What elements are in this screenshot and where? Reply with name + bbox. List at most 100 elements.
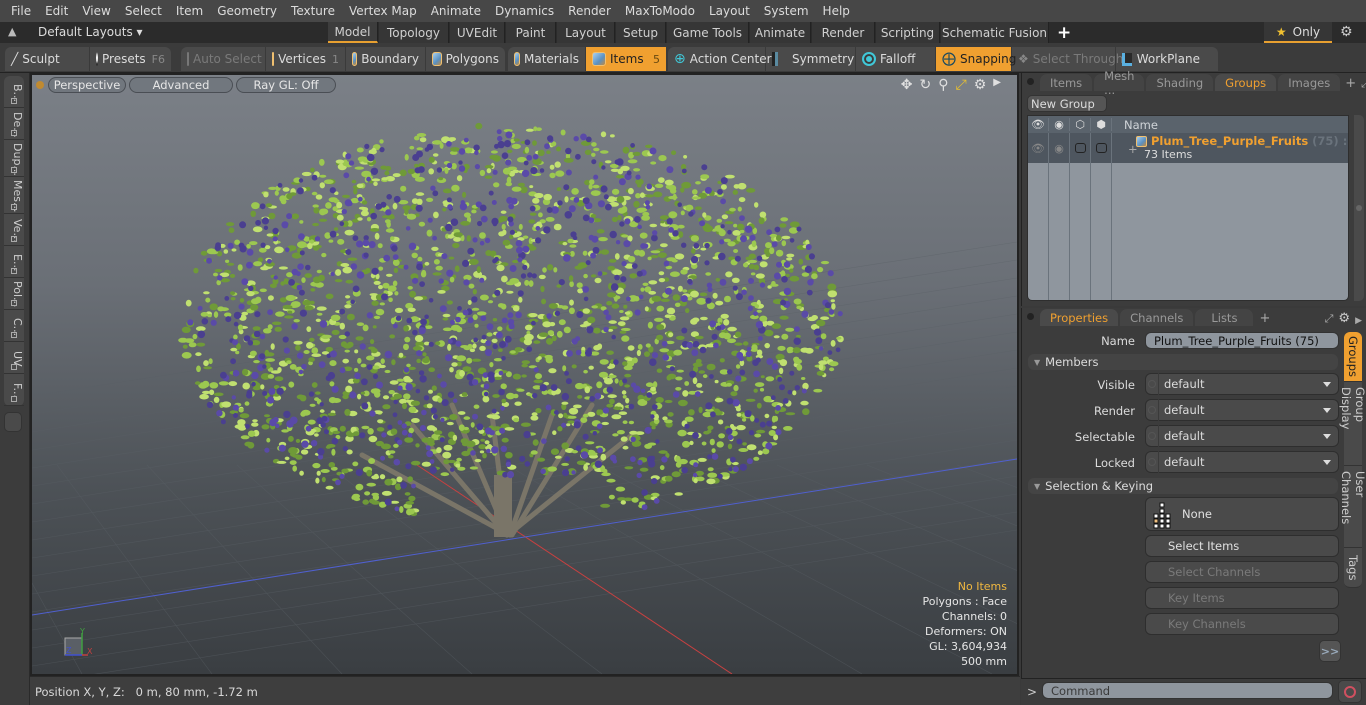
tab-groups[interactable]: Groups (1215, 74, 1277, 91)
viewport-gear-icon[interactable]: ⚙ (974, 77, 987, 93)
select-items-button[interactable]: Select Items (1145, 535, 1339, 557)
move-view-icon[interactable]: ✥ (901, 77, 913, 93)
sculpt-button[interactable]: ╱ Sculpt (5, 47, 90, 71)
action-center-button[interactable]: ⊕ Action Center (668, 47, 772, 71)
viewport-more-icon[interactable]: ▶ (993, 77, 1001, 93)
menu-dynamics[interactable]: Dynamics (488, 4, 561, 18)
key-items-button[interactable]: Key Items (1145, 587, 1339, 609)
tab-scripting[interactable]: Scripting (876, 22, 940, 43)
presets-button[interactable]: Presets F6 (90, 47, 171, 71)
menu-maxtomodo[interactable]: MaxToModo (618, 4, 702, 18)
more-button[interactable]: >> (1319, 640, 1341, 662)
palette-tab-fusion[interactable]: F... (4, 374, 24, 407)
group-name-field[interactable]: Plum_Tree_Purple_Fruits (75) (1145, 332, 1339, 349)
auto-select-button[interactable]: Auto Select (181, 47, 266, 71)
selectable-radio[interactable] (1146, 425, 1159, 447)
command-input[interactable]: Command (1042, 682, 1333, 699)
menu-render[interactable]: Render (561, 4, 618, 18)
tab-properties[interactable]: Properties (1040, 309, 1119, 326)
tab-topology[interactable]: Topology (379, 22, 449, 43)
render-dropdown[interactable]: default (1145, 399, 1339, 421)
side-tab-group-display[interactable]: Group Display (1339, 382, 1366, 466)
menu-texture[interactable]: Texture (284, 4, 342, 18)
add-tab-icon[interactable]: + (1342, 76, 1359, 91)
vertices-button[interactable]: Vertices 1 (266, 47, 346, 71)
zoom-view-icon[interactable]: ⚲ (938, 77, 948, 93)
group-select-toggle[interactable] (1091, 133, 1112, 163)
shading-mode-button[interactable]: Advanced (129, 77, 233, 93)
menu-layout[interactable]: Layout (702, 4, 757, 18)
visible-radio[interactable] (1146, 373, 1159, 395)
snapping-button[interactable]: ⨁ Snapping (936, 47, 1016, 71)
properties-options-dot[interactable] (1027, 313, 1034, 320)
palette-extra-button[interactable] (4, 412, 22, 432)
group-lock-toggle[interactable] (1070, 133, 1091, 163)
menu-system[interactable]: System (757, 4, 816, 18)
3d-viewport[interactable]: Perspective Advanced Ray GL: Off ✥ ↻ ⚲ ⤢… (30, 73, 1019, 676)
palette-tab-edge[interactable]: E... (4, 246, 24, 278)
tab-images[interactable]: Images (1278, 74, 1341, 91)
locked-dropdown[interactable]: default (1145, 451, 1339, 473)
palette-tab-duplicate[interactable]: Dup... (4, 140, 24, 178)
menu-geometry[interactable]: Geometry (210, 4, 284, 18)
palette-tab-deform[interactable]: De... (4, 108, 24, 141)
record-macro-button[interactable] (1338, 680, 1362, 703)
selectable-dropdown[interactable]: default (1145, 425, 1339, 447)
symmetry-button[interactable]: Symmetry (766, 47, 856, 71)
tab-items[interactable]: Items (1040, 74, 1093, 91)
tab-channels[interactable]: Channels (1120, 309, 1194, 326)
panel-options-dot[interactable] (1027, 78, 1034, 85)
menu-vertex-map[interactable]: Vertex Map (342, 4, 424, 18)
palette-tab-mesh[interactable]: Mes... (4, 177, 24, 214)
select-channels-button[interactable]: Select Channels (1145, 561, 1339, 583)
items-button[interactable]: Items 5 (586, 47, 666, 71)
group-row[interactable]: 👁 ◉ + Plum_Tree_Purple_Fruits (75) : ...… (1028, 133, 1348, 163)
name-column-header[interactable]: Name (1112, 118, 1158, 132)
boundary-button[interactable]: Boundary (346, 47, 426, 71)
locked-radio[interactable] (1146, 451, 1159, 473)
menu-edit[interactable]: Edit (38, 4, 75, 18)
fit-view-icon[interactable]: ⤢ (956, 77, 967, 93)
side-tab-tags[interactable]: Tags (1344, 548, 1362, 588)
menu-help[interactable]: Help (816, 4, 857, 18)
falloff-button[interactable]: Falloff (856, 47, 936, 71)
expand-properties-icon[interactable]: ⤢ (1325, 312, 1334, 326)
expand-panel-icon[interactable]: ⤢ (1361, 77, 1366, 91)
tab-lists[interactable]: Lists (1195, 309, 1254, 326)
properties-menu-arrow-icon[interactable]: ▶ (1355, 316, 1366, 326)
visibility-column-icon[interactable]: 👁 (1028, 118, 1049, 131)
only-button[interactable]: ★ Only (1264, 22, 1332, 43)
groups-list-scrollbar[interactable] (1354, 115, 1364, 301)
menu-item[interactable]: Item (169, 4, 210, 18)
gear-icon[interactable]: ⚙ (1340, 24, 1353, 40)
members-section-header[interactable]: ▼ Members (1028, 354, 1338, 370)
lock-column-icon[interactable]: ⬡ (1070, 118, 1091, 131)
tab-mesh[interactable]: Mesh ... (1094, 69, 1145, 97)
hierarchy-none-button[interactable]: None (1145, 497, 1339, 531)
key-channels-button[interactable]: Key Channels (1145, 613, 1339, 635)
render-radio[interactable] (1146, 399, 1159, 421)
group-visibility-toggle[interactable]: 👁 (1028, 133, 1049, 163)
materials-button[interactable]: Materials (508, 47, 586, 71)
side-tab-user-channels[interactable]: User Channels (1339, 466, 1366, 548)
collapse-up-icon[interactable]: ▲ (8, 25, 22, 39)
tab-render[interactable]: Render (812, 22, 875, 43)
default-layouts-dropdown[interactable]: Default Layouts ▾ (38, 25, 143, 39)
tab-layout[interactable]: Layout (557, 22, 615, 43)
tab-shading[interactable]: Shading (1146, 74, 1214, 91)
select-column-icon[interactable]: ⬢ (1091, 118, 1112, 131)
view-mode-button[interactable]: Perspective (48, 77, 126, 93)
rotate-view-icon[interactable]: ↻ (920, 77, 932, 93)
palette-tab-basic[interactable]: B... (4, 76, 24, 109)
render-column-icon[interactable]: ◉ (1049, 118, 1070, 131)
side-tab-groups[interactable]: Groups (1344, 332, 1362, 382)
raygl-button[interactable]: Ray GL: Off (236, 77, 336, 93)
menu-select[interactable]: Select (118, 4, 169, 18)
add-tab-button[interactable]: + (1057, 23, 1071, 43)
tab-animate[interactable]: Animate (750, 22, 811, 43)
tab-schematic-fusion[interactable]: Schematic Fusion (941, 22, 1049, 43)
menu-animate[interactable]: Animate (424, 4, 488, 18)
polygons-button[interactable]: Polygons (426, 47, 505, 71)
tab-paint[interactable]: Paint (506, 22, 556, 43)
menu-file[interactable]: File (4, 4, 38, 18)
